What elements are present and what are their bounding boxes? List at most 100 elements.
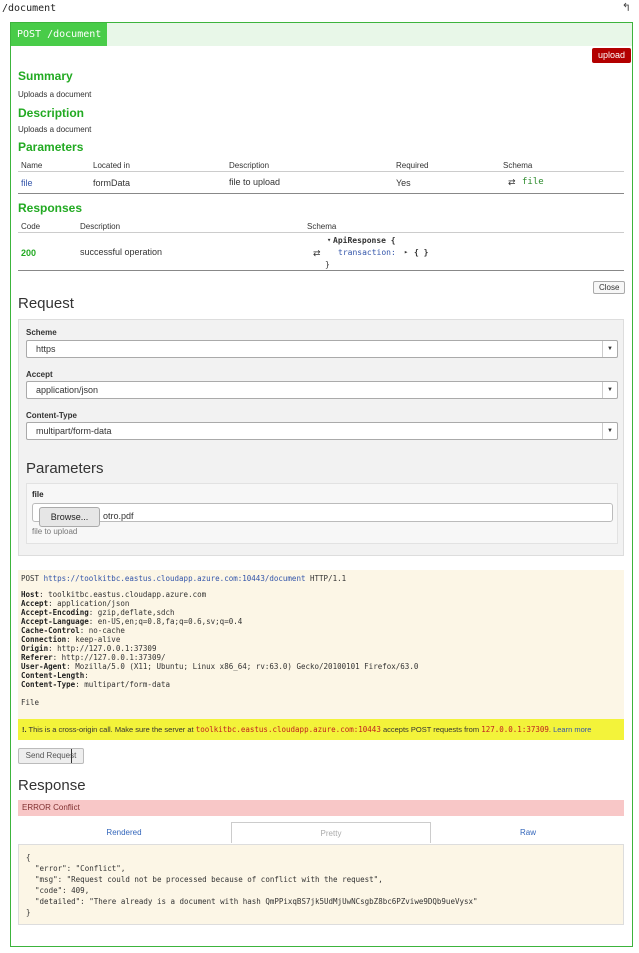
header-key: User-Agent bbox=[21, 662, 67, 671]
scheme-select[interactable]: https ▼ bbox=[26, 340, 618, 358]
response-description: successful operation bbox=[80, 247, 163, 257]
param-schema[interactable]: file bbox=[522, 177, 544, 187]
response-heading: Response bbox=[18, 777, 86, 794]
chevron-down-icon: ▼ bbox=[602, 423, 617, 439]
header-value: multipart/form-data bbox=[84, 680, 171, 689]
text-cursor-icon bbox=[71, 749, 73, 763]
response-line: "error": "Conflict", bbox=[26, 864, 126, 873]
response-status: ERROR Conflict bbox=[18, 800, 624, 816]
accept-value: application/json bbox=[36, 385, 99, 395]
description-heading: Description bbox=[18, 106, 85, 120]
tab-rendered[interactable]: Rendered bbox=[18, 822, 230, 843]
parameters-table-header: Name Located in Description Required Sch… bbox=[18, 159, 624, 172]
collapse-triangle-icon[interactable]: ▾ bbox=[327, 236, 331, 244]
parameters-table: Name Located in Description Required Sch… bbox=[18, 159, 624, 194]
header-key: Accept bbox=[21, 599, 49, 608]
warning-text-1: This is a cross-origin call. Make sure t… bbox=[28, 725, 194, 734]
col-resp-description: Description bbox=[80, 222, 121, 231]
table-row: 200 successful operation ⇄ ▾ ApiResponse… bbox=[18, 233, 624, 271]
header-key: Accept-Encoding bbox=[21, 608, 89, 617]
param-name-link[interactable]: file bbox=[21, 178, 33, 188]
operation-panel: POST /document upload Summary Uploads a … bbox=[10, 22, 633, 947]
warning-text-2: accepts POST requests from bbox=[382, 725, 480, 734]
learn-more-link[interactable]: Learn more bbox=[553, 725, 591, 734]
request-header-line: User-Agent: Mozilla/5.0 (X11; Ubuntu; Li… bbox=[21, 662, 419, 671]
response-body: { "error": "Conflict", "msg": "Request c… bbox=[18, 844, 624, 925]
request-header-line: Origin: http://127.0.0.1:37309 bbox=[21, 644, 157, 653]
header-value: http://127.0.0.1:37309/ bbox=[61, 653, 166, 662]
warning-origin: 127.0.0.1:37309 bbox=[481, 725, 549, 734]
content-type-value: multipart/form-data bbox=[36, 426, 112, 436]
header-key: Host bbox=[21, 590, 40, 599]
col-schema: Schema bbox=[503, 161, 533, 170]
accept-select[interactable]: application/json ▼ bbox=[26, 381, 618, 399]
operation-header[interactable]: POST /document bbox=[11, 23, 632, 46]
schema-switch-icon[interactable]: ⇄ bbox=[313, 248, 321, 259]
scheme-label: Scheme bbox=[26, 328, 57, 337]
responses-table: Code Description Schema 200 successful o… bbox=[18, 220, 624, 271]
responses-table-header: Code Description Schema bbox=[18, 220, 624, 233]
response-line: "code": 409, bbox=[26, 886, 90, 895]
selected-file-name: otro.pdf bbox=[103, 511, 134, 521]
tab-pretty[interactable]: Pretty bbox=[231, 822, 431, 843]
back-arrow-icon[interactable]: ↰ bbox=[622, 1, 631, 14]
schema-property: transaction: bbox=[338, 248, 396, 257]
request-header-line: Accept-Encoding: gzip,deflate,sdch bbox=[21, 608, 175, 617]
file-param-hint: file to upload bbox=[32, 527, 78, 536]
warning-server: toolkitbc.eastus.cloudapp.azure.com:1044… bbox=[195, 725, 381, 734]
schema-object[interactable]: { } bbox=[414, 248, 428, 257]
operation-verb-path[interactable]: POST /document bbox=[11, 23, 108, 46]
close-button[interactable]: Close bbox=[593, 281, 626, 294]
header-key: Referer bbox=[21, 653, 53, 662]
request-body: File bbox=[21, 698, 40, 707]
col-resp-schema: Schema bbox=[307, 222, 337, 231]
content-type-label: Content-Type bbox=[26, 411, 77, 420]
cross-origin-warning: !. This is a cross-origin call. Make sur… bbox=[18, 719, 624, 740]
content-type-select[interactable]: multipart/form-data ▼ bbox=[26, 422, 618, 440]
request-header-line: Accept-Language: en-US,en;q=0.8,fa;q=0.6… bbox=[21, 617, 243, 626]
response-line: "msg": "Request could not be processed b… bbox=[26, 875, 383, 884]
header-key: Content-Type bbox=[21, 680, 76, 689]
send-request-button[interactable]: Send Request bbox=[18, 748, 84, 764]
response-tabs: Rendered Pretty Raw bbox=[18, 822, 624, 843]
file-parameter-box: file Browse... otro.pdf file to upload bbox=[26, 483, 618, 544]
param-located-in: formData bbox=[93, 178, 131, 188]
header-value: http://127.0.0.1:37309 bbox=[57, 644, 157, 653]
request-version: HTTP/1.1 bbox=[310, 574, 347, 583]
header-key: Origin bbox=[21, 644, 49, 653]
top-bar: /document ↰ bbox=[0, 0, 639, 18]
request-header-line: Host: toolkitbc.eastus.cloudapp.azure.co… bbox=[21, 590, 207, 599]
schema-model-name[interactable]: ApiResponse { bbox=[333, 236, 396, 245]
request-header-line: Cache-Control: no-cache bbox=[21, 626, 125, 635]
request-url[interactable]: https://toolkitbc.eastus.cloudapp.azure.… bbox=[44, 574, 306, 583]
response-line: { bbox=[26, 853, 31, 862]
param-required: Yes bbox=[396, 178, 411, 188]
request-method: POST bbox=[21, 574, 40, 583]
header-key: Accept-Language bbox=[21, 617, 89, 626]
upload-tag-button[interactable]: upload bbox=[592, 48, 632, 63]
accept-label: Accept bbox=[26, 370, 53, 379]
col-name: Name bbox=[21, 161, 43, 170]
summary-text: Uploads a document bbox=[18, 90, 92, 99]
response-code: 200 bbox=[21, 248, 37, 258]
responses-heading: Responses bbox=[18, 201, 83, 215]
http-request-preview: POST https://toolkitbc.eastus.cloudapp.a… bbox=[18, 570, 624, 734]
file-input[interactable]: Browse... otro.pdf bbox=[32, 503, 613, 527]
col-code: Code bbox=[21, 222, 41, 231]
tab-raw[interactable]: Raw bbox=[432, 822, 624, 843]
response-line: } bbox=[26, 908, 31, 917]
table-row: file formData file to upload Yes ⇄ file bbox=[18, 172, 624, 194]
description-text: Uploads a document bbox=[18, 125, 92, 134]
browse-button[interactable]: Browse... bbox=[39, 507, 100, 527]
request-parameters-heading: Parameters bbox=[26, 460, 104, 477]
path-title: /document bbox=[2, 3, 57, 14]
expand-triangle-icon[interactable]: ▸ bbox=[404, 248, 408, 256]
response-line: "detailed": "There already is a document… bbox=[26, 897, 478, 906]
header-value: en-US,en;q=0.8,fa;q=0.6,sv;q=0.4 bbox=[97, 617, 243, 626]
request-header-line: Connection: keep-alive bbox=[21, 635, 121, 644]
summary-heading: Summary bbox=[18, 69, 73, 83]
col-description: Description bbox=[229, 161, 270, 170]
header-key: Connection bbox=[21, 635, 67, 644]
schema-switch-icon[interactable]: ⇄ bbox=[508, 177, 516, 188]
header-value: gzip,deflate,sdch bbox=[97, 608, 175, 617]
